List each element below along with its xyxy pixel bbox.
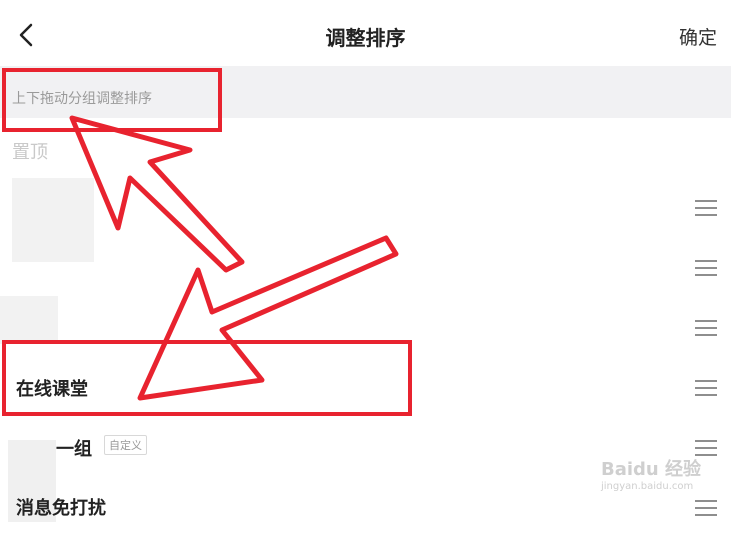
- drag-handle-icon[interactable]: [695, 440, 717, 456]
- row-label: 消息免打扰: [16, 498, 106, 519]
- watermark-brand: Baidu 经验: [600, 459, 701, 480]
- drag-handle-icon[interactable]: [695, 500, 717, 516]
- list-item[interactable]: [0, 178, 731, 238]
- watermark: Baidu 经验 jingyan.baidu.com: [601, 455, 701, 492]
- list-item[interactable]: [0, 238, 731, 298]
- drag-handle-icon[interactable]: [695, 200, 717, 216]
- custom-tag-badge: 自定义: [104, 435, 147, 455]
- confirm-button[interactable]: 确定: [679, 23, 717, 50]
- annotation-box-hint: [2, 68, 222, 132]
- annotation-box-row: [2, 340, 412, 416]
- watermark-url: jingyan.baidu.com: [600, 481, 694, 492]
- section-label-pinned: 置顶: [12, 142, 48, 163]
- row-label: 一组: [56, 439, 92, 460]
- top-bar: 调整排序 确定: [0, 0, 731, 66]
- drag-handle-icon[interactable]: [695, 320, 717, 336]
- page-title: 调整排序: [325, 26, 406, 50]
- drag-handle-icon[interactable]: [695, 260, 717, 276]
- drag-handle-icon[interactable]: [695, 380, 717, 396]
